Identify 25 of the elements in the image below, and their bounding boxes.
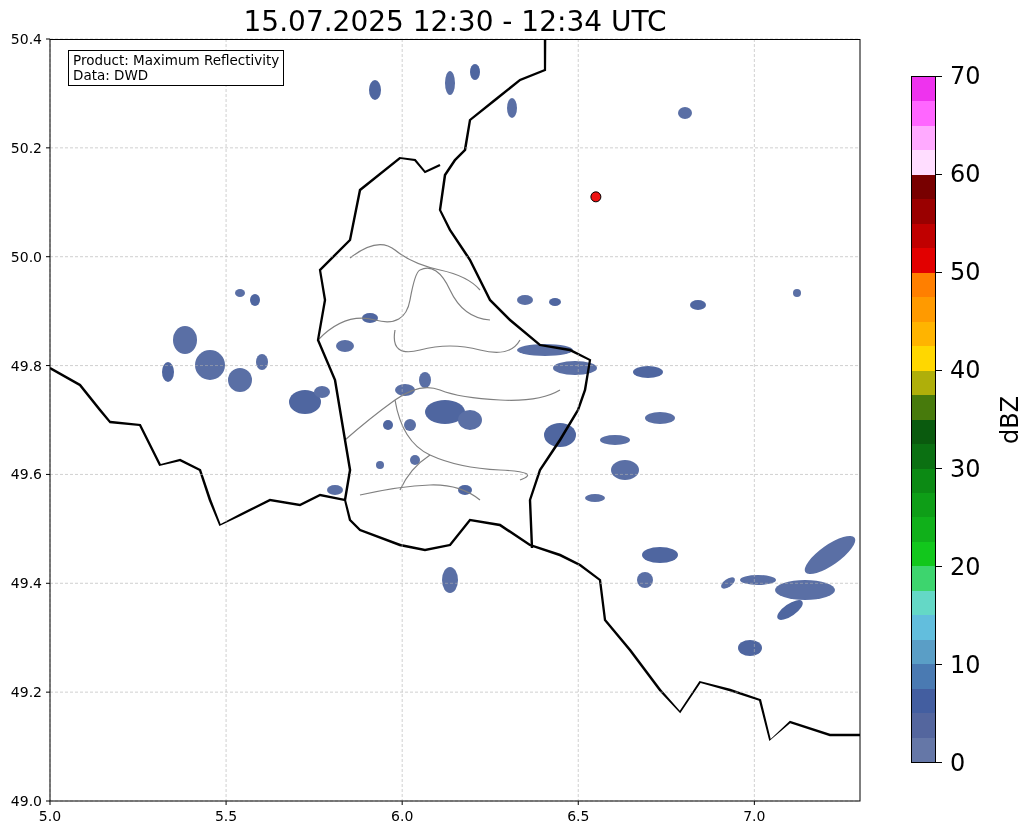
y-tick-label: 49.4 [10, 575, 42, 592]
y-tick-label: 49.6 [10, 466, 42, 483]
x-tick-label: 7.0 [743, 808, 766, 824]
colorbar-label: dBZ [996, 395, 1023, 444]
y-tick-label: 50.0 [10, 248, 42, 265]
annotation-text: Product: Maximum Reflectivity [73, 53, 280, 68]
x-tick-label: 5.5 [214, 808, 238, 824]
colorbar-tick-label: 40 [950, 356, 981, 385]
y-tick-label: 50.2 [10, 139, 42, 156]
chart-title: 15.07.2025 12:30 - 12:34 UTC [242, 4, 668, 39]
y-tick-label: 49.8 [10, 357, 42, 374]
y-tick-label: 50.4 [10, 31, 42, 47]
colorbar-tick-label: 70 [950, 62, 981, 90]
x-tick-label: 6.5 [567, 808, 590, 824]
y-tick-label: 49.0 [10, 793, 42, 809]
y-tick-label: 49.2 [10, 684, 42, 701]
colorbar-tick-label: 30 [950, 454, 981, 483]
colorbar-tick-label: 0 [950, 749, 966, 777]
x-tick-label: 5.0 [38, 808, 62, 824]
annotation-text: Data: DWD [73, 68, 150, 83]
colorbar-tick-label: 20 [950, 552, 981, 581]
x-tick-label: 6.0 [391, 808, 414, 824]
colorbar-tick-label: 60 [950, 160, 981, 189]
colorbar-tick-label: 50 [950, 258, 981, 287]
colorbar-tick-label: 10 [950, 650, 981, 679]
